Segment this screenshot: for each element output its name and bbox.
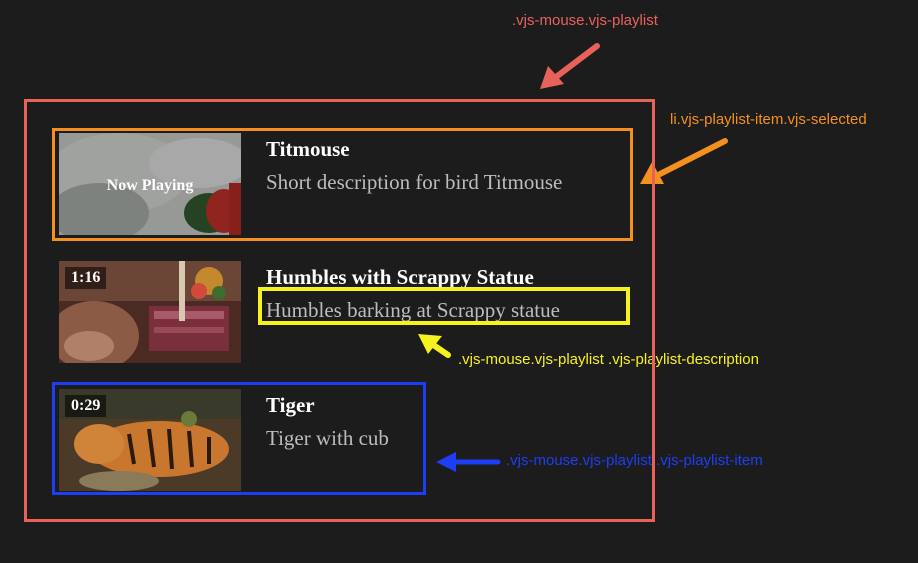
item-highlight-box [52, 382, 426, 495]
selected-item-highlight-box [52, 128, 633, 241]
description-highlight-box [258, 287, 630, 325]
playlist-arrow [540, 43, 600, 89]
